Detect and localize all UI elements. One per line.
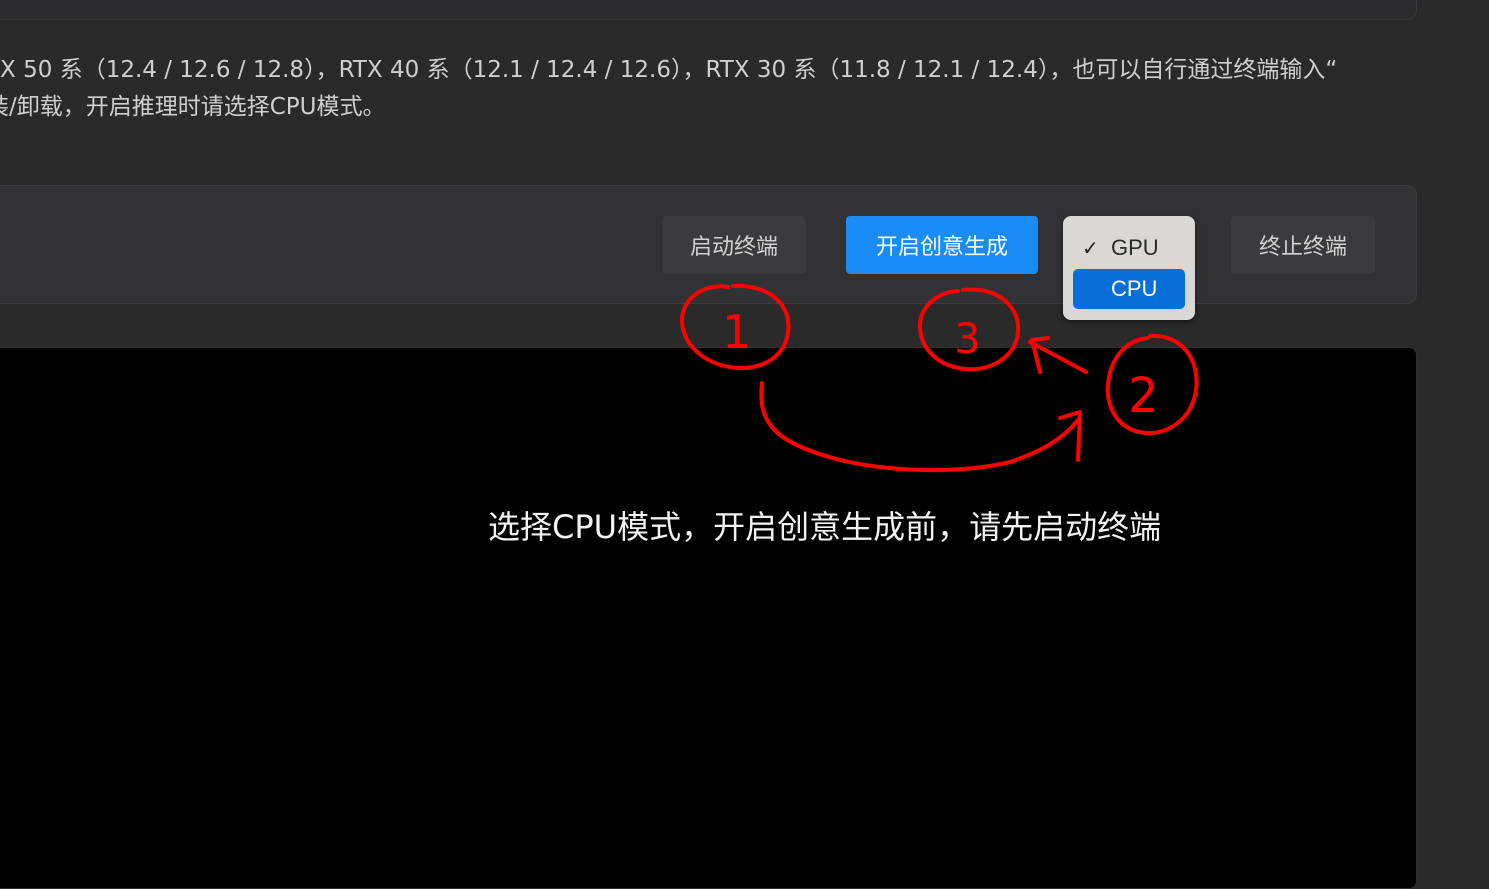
device-option-label: CPU (1111, 276, 1158, 301)
description-line-2: 装/卸载，开启推理时请选择CPU模式。 (0, 94, 386, 120)
start-terminal-button[interactable]: 启动终端 (662, 216, 806, 274)
device-option-cpu[interactable]: CPU (1073, 269, 1185, 309)
description-line-1: TX 50 系（12.4 / 12.6 / 12.8），RTX 40 系（12.… (0, 57, 1338, 83)
terminal-output[interactable] (0, 347, 1417, 889)
device-option-label: GPU (1111, 235, 1159, 260)
device-option-gpu[interactable]: ✓ GPU (1073, 228, 1185, 268)
top-panel (0, 0, 1417, 20)
start-creative-button[interactable]: 开启创意生成 (846, 216, 1038, 274)
checkmark-icon: ✓ (1082, 237, 1099, 260)
device-select-dropdown[interactable]: ✓ GPU CPU (1063, 216, 1195, 320)
cuda-description: TX 50 系（12.4 / 12.6 / 12.8），RTX 40 系（12.… (0, 52, 1406, 126)
stop-terminal-button[interactable]: 终止终端 (1231, 216, 1375, 274)
annotation-note: 选择CPU模式，开启创意生成前，请先启动终端 (488, 508, 1162, 546)
